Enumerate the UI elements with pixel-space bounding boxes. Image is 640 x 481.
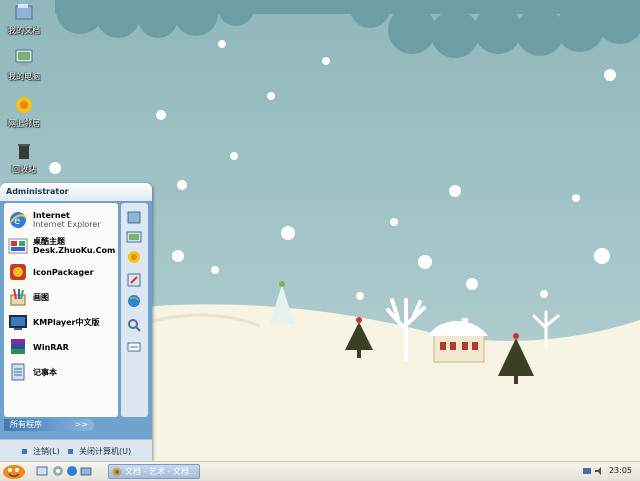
program-name: IconPackager <box>33 267 94 277</box>
desktop-icon-label: 回收站 <box>12 165 36 174</box>
program-kmplayer[interactable]: KMPlayer中文版 <box>8 311 116 333</box>
notepad-icon <box>11 363 25 381</box>
taskbar: 文档 - 艺术 - 文档... 23:05 <box>0 461 640 481</box>
all-programs-label: 所有程序 <box>10 420 42 429</box>
desktop-icon-label: 网上邻居 <box>8 119 40 128</box>
shutdown-icon <box>68 448 73 454</box>
svg-text:e: e <box>14 216 20 227</box>
desktop-icon-my-computer[interactable]: 我的电脑 <box>2 48 46 81</box>
program-internet-explorer[interactable]: e Internet Internet Explorer <box>8 209 116 231</box>
start-menu-places-pane <box>121 203 148 417</box>
quick-launch-show-desktop-icon[interactable] <box>36 465 48 477</box>
start-menu-programs-pane: e Internet Internet Explorer 桌酷主题 Desk.Z… <box>4 203 118 417</box>
volume-tray-icon[interactable] <box>594 466 604 476</box>
all-programs-arrow-icon: >> <box>74 420 88 429</box>
zhuoku-theme-icon <box>8 238 28 254</box>
program-name: 画图 <box>33 292 49 302</box>
program-iconpackager[interactable]: IconPackager <box>8 261 116 283</box>
desktop-icon-recycle-bin[interactable]: 回收站 <box>2 141 46 174</box>
taskbar-window-label: 文档 - 艺术 - 文档... <box>125 467 197 476</box>
quick-launch-media-icon[interactable] <box>52 465 64 477</box>
desktop-icon-label: 我的文档 <box>8 26 40 35</box>
start-button[interactable] <box>2 463 30 480</box>
folder-icon <box>15 4 33 20</box>
my-pictures-icon[interactable] <box>126 229 142 245</box>
run-icon[interactable] <box>126 339 142 355</box>
taskbar-window-button[interactable]: 文档 - 艺术 - 文档... <box>108 464 200 479</box>
program-name: 记事本 <box>33 367 57 377</box>
program-notepad[interactable]: 记事本 <box>8 361 116 383</box>
winrar-icon <box>11 339 25 354</box>
shutdown-button[interactable]: 关闭计算机(U) <box>68 445 131 457</box>
flower-places-icon[interactable] <box>126 249 142 265</box>
desktop-icon-label: 我的电脑 <box>8 72 40 81</box>
desktop-icon-network[interactable]: 网上邻居 <box>2 95 46 128</box>
program-zhuoku-theme[interactable]: 桌酷主题 Desk.ZhuoKu.Com <box>8 235 116 257</box>
internet-explorer-icon: e <box>10 212 27 228</box>
clock[interactable]: 23:05 <box>609 466 632 475</box>
computer-icon <box>15 49 33 66</box>
logoff-label: 注销(L) <box>33 446 60 456</box>
quick-launch-explorer-icon[interactable] <box>80 465 92 477</box>
my-documents-icon[interactable] <box>126 209 142 225</box>
network-globe-icon[interactable] <box>126 293 142 309</box>
start-menu-user-name: Administrator <box>0 183 152 201</box>
desktop-icon-my-documents[interactable]: 我的文档 <box>2 2 46 35</box>
recycle-bin-icon <box>18 144 30 159</box>
network-tray-icon[interactable] <box>582 466 592 476</box>
start-menu: Administrator e Internet Internet Explor… <box>0 183 152 461</box>
control-panel-icon[interactable] <box>126 272 142 288</box>
start-menu-footer: 注销(L) 关闭计算机(U) <box>0 439 152 461</box>
program-name: WinRAR <box>33 342 69 352</box>
shutdown-label: 关闭计算机(U) <box>79 446 132 456</box>
kmplayer-icon <box>9 315 27 330</box>
iconpackager-icon <box>10 264 26 280</box>
program-paint[interactable]: 画图 <box>8 286 116 308</box>
program-name: Internet <box>33 211 70 220</box>
program-subtitle: Internet Explorer <box>33 220 101 229</box>
system-tray: 23:05 <box>578 462 640 481</box>
browser-icon <box>112 467 122 476</box>
program-name: KMPlayer中文版 <box>33 317 100 327</box>
paint-icon <box>10 288 26 306</box>
program-name: 桌酷主题 <box>33 237 65 246</box>
logoff-button[interactable]: 注销(L) <box>22 445 60 457</box>
program-subtitle: Desk.ZhuoKu.Com <box>33 246 116 255</box>
flower-network-icon <box>16 97 32 113</box>
quick-launch-ie-icon[interactable] <box>66 465 78 477</box>
program-winrar[interactable]: WinRAR <box>8 336 116 358</box>
search-icon[interactable] <box>126 317 142 333</box>
logoff-icon <box>22 448 27 454</box>
all-programs-button[interactable]: 所有程序 >> <box>4 419 94 431</box>
